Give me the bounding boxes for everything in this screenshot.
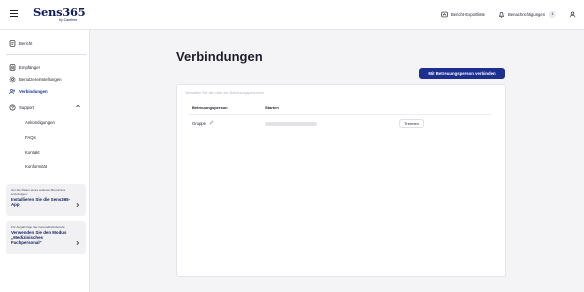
connect-caregiver-button[interactable]: Mit Betreuungsperson verbinden	[419, 68, 505, 79]
install-app-title: Installieren Sie die Sens365-App	[11, 197, 71, 207]
sidebar-item-label: Bericht	[19, 41, 33, 46]
sidebar-divider	[6, 54, 86, 55]
sidebar-item-connections[interactable]: Verbindungen	[0, 86, 90, 97]
start-date-placeholder	[265, 122, 317, 126]
user-icon	[569, 11, 576, 19]
page-title: Verbindungen	[176, 49, 263, 64]
install-app-caption: Um die Daten eines anderen Benutzers anz…	[11, 188, 66, 196]
medical-mode-title: Verwenden Sie den Modus „Medizinisches F…	[11, 230, 67, 245]
sidebar: Bericht Empfänger Benutzereinstellungen …	[0, 30, 90, 292]
sidebar-item-label: Verbindungen	[19, 89, 48, 94]
sidebar-item-label: Benutzereinstellungen	[19, 77, 62, 82]
sidebar-subitem-faqs[interactable]: FAQs	[0, 132, 90, 143]
export-list-button[interactable]: Bericht-Exportliste	[441, 9, 485, 20]
sidebar-item-recipients[interactable]: Empfänger	[0, 62, 90, 73]
top-bar: Sens365 by Carefree Bericht-Exportliste …	[0, 0, 584, 30]
help-icon	[9, 104, 16, 111]
notifications-badge: 1	[549, 11, 557, 18]
disconnect-button[interactable]: Trennen	[399, 119, 424, 128]
medical-mode-caption: Für Angehörige der Gesundheitsberufe:	[11, 225, 66, 229]
connections-icon	[9, 88, 16, 95]
sidebar-subitem-announcements[interactable]: Ankündigungen	[0, 117, 90, 128]
sidebar-subitem-contact[interactable]: Kontakt	[0, 147, 90, 158]
user-menu-button[interactable]	[569, 9, 576, 20]
settings-icon	[9, 76, 16, 83]
table-row: Gruppe	[192, 120, 214, 126]
notifications-button[interactable]: Benachrichtigungen 1	[498, 9, 557, 20]
chevron-right-icon	[74, 196, 81, 214]
sidebar-item-support[interactable]: Support	[0, 102, 90, 113]
chevron-up-icon	[75, 103, 81, 110]
sidebar-item-label: Empfänger	[19, 65, 41, 70]
sidebar-item-report[interactable]: Bericht	[0, 38, 90, 49]
column-header-caregiver: Betreuungsperson	[192, 105, 228, 110]
medical-mode-card[interactable]: Für Angehörige der Gesundheitsberufe: Ve…	[6, 221, 86, 254]
chevron-right-icon	[74, 234, 81, 252]
export-icon	[441, 11, 448, 19]
install-app-card[interactable]: Um die Daten eines anderen Benutzers anz…	[6, 184, 86, 216]
table-divider	[189, 114, 491, 115]
sidebar-item-user-settings[interactable]: Benutzereinstellungen	[0, 74, 90, 85]
recipient-icon	[9, 64, 16, 71]
bell-icon	[498, 11, 505, 19]
edit-icon[interactable]	[209, 120, 214, 126]
notifications-label: Benachrichtigungen	[508, 12, 546, 17]
brand-name: Sens365	[33, 5, 86, 19]
sidebar-item-label: Support	[19, 105, 35, 110]
main-content: Verbindungen Mit Betreuungsperson verbin…	[90, 30, 584, 292]
brand-sub: by Carefree	[59, 18, 78, 22]
menu-icon[interactable]	[10, 10, 18, 17]
brand-logo[interactable]: Sens365 by Carefree	[33, 5, 86, 22]
caregiver-name: Gruppe	[192, 120, 206, 126]
connections-panel: Verwalten Sie die Liste der Betreuungspe…	[176, 84, 506, 277]
column-header-start: Starten	[265, 105, 279, 110]
panel-hint: Verwalten Sie die Liste der Betreuungspe…	[185, 91, 264, 95]
report-icon	[9, 40, 16, 47]
sidebar-subitem-compliance[interactable]: Konformität	[0, 161, 90, 172]
export-list-label: Bericht-Exportliste	[451, 12, 485, 17]
